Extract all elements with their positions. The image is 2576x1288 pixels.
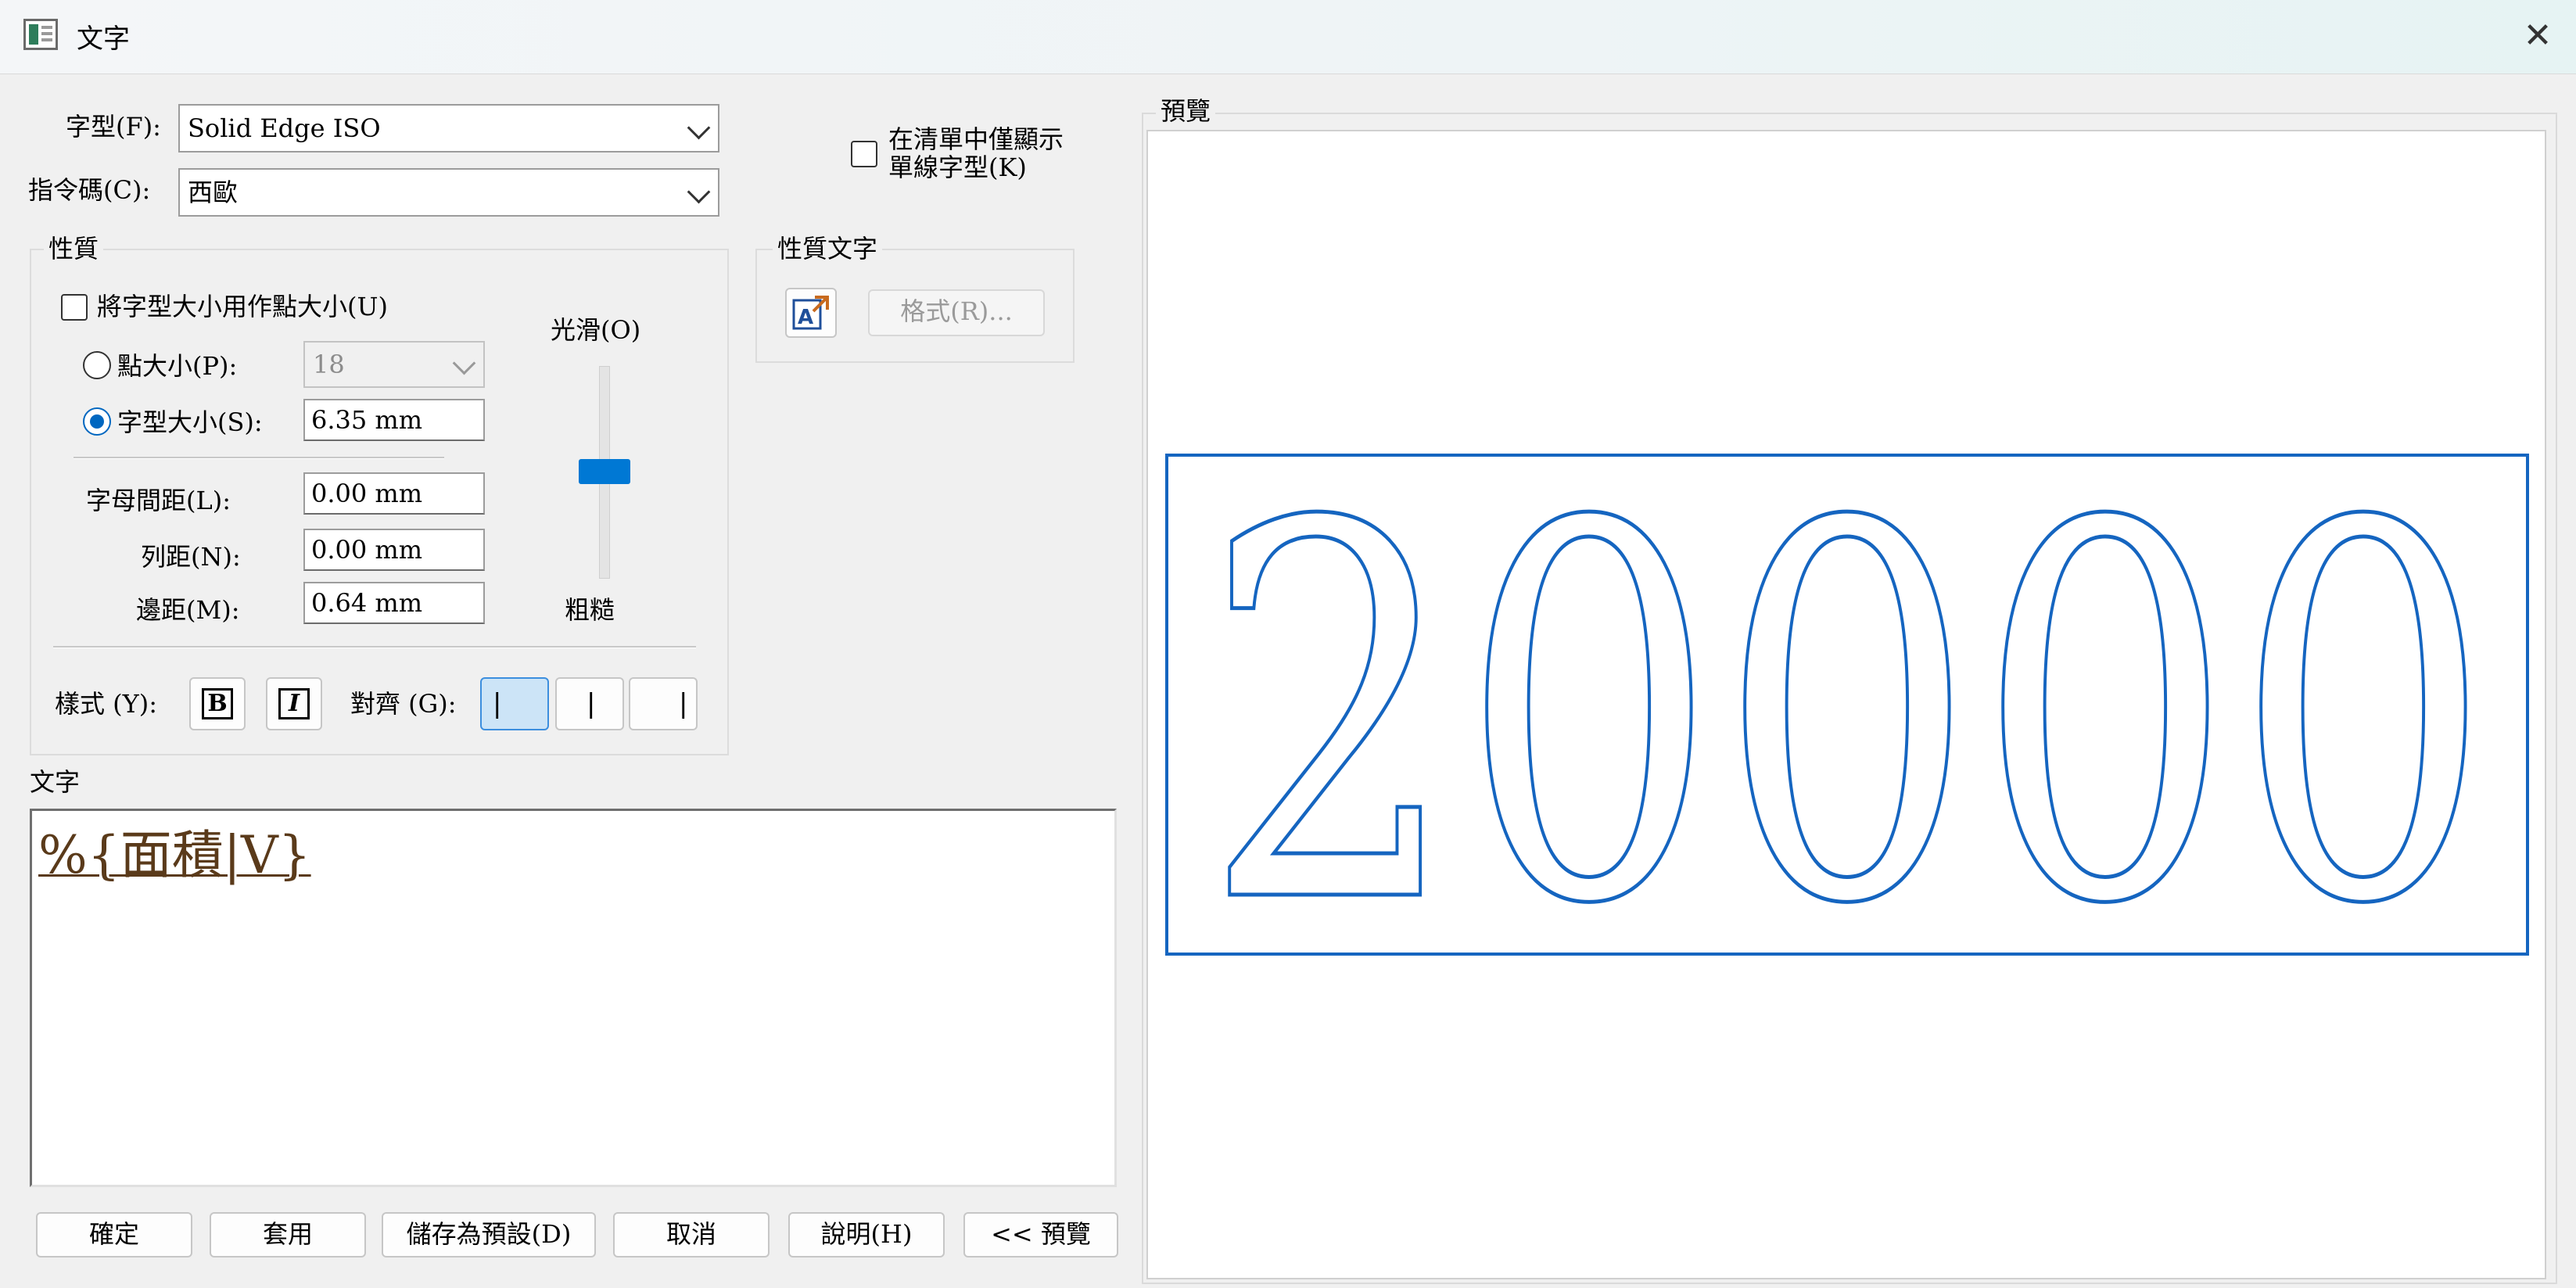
align-left-icon: | — [493, 688, 502, 719]
window-title: 文字 — [77, 23, 130, 55]
align-right-icon: | — [679, 688, 688, 719]
point-size-value: 18 — [313, 350, 345, 379]
preview-canvas: 20000 — [1146, 130, 2546, 1279]
preview-title: 預覽 — [1156, 95, 1216, 127]
text-section-title: 文字 — [30, 767, 81, 797]
charset-label: 指令碼(C): — [28, 175, 151, 205]
align-center-icon: | — [587, 688, 596, 719]
italic-icon: I — [278, 688, 310, 719]
text-content[interactable]: %{面積|V} — [38, 825, 311, 886]
cancel-button[interactable]: 取消 — [613, 1212, 770, 1258]
margin-label: 邊距(M): — [136, 595, 240, 625]
line-spacing-input[interactable]: 0.00 mm — [303, 529, 485, 571]
preview-sample-svg: 20000 — [1200, 457, 2495, 953]
use-font-size-label: 將字型大小用作點大小(U) — [97, 292, 388, 321]
italic-button[interactable]: I — [266, 677, 322, 730]
smooth-label: 光滑(O) — [551, 315, 641, 345]
font-size-radio[interactable] — [83, 407, 111, 436]
save-default-button[interactable]: 儲存為預設(D) — [382, 1212, 596, 1258]
help-button[interactable]: 說明(H) — [788, 1212, 945, 1258]
align-right-button[interactable]: | — [629, 677, 698, 730]
point-size-label: 點大小(P): — [117, 351, 238, 381]
align-center-button[interactable]: | — [555, 677, 624, 730]
apply-button[interactable]: 套用 — [210, 1212, 366, 1258]
font-size-input[interactable]: 6.35 mm — [303, 399, 485, 441]
close-icon[interactable]: ✕ — [2517, 13, 2559, 59]
property-text-insert-button[interactable]: A — [785, 288, 837, 338]
bold-button[interactable]: B — [189, 677, 246, 730]
chevron-down-icon — [687, 180, 711, 204]
line-spacing-label: 列距(N): — [141, 542, 241, 572]
rough-label: 粗糙 — [565, 595, 615, 625]
svg-text:A: A — [798, 306, 813, 329]
format-button[interactable]: 格式(R)... — [868, 289, 1045, 336]
stroke-only-label-line1: 在清單中僅顯示 — [888, 124, 1064, 154]
bold-icon: B — [202, 688, 233, 719]
preview-toggle-button[interactable]: << 預覽 — [963, 1212, 1118, 1258]
ok-button[interactable]: 確定 — [36, 1212, 192, 1258]
letter-spacing-input[interactable]: 0.00 mm — [303, 472, 485, 515]
charset-value: 西歐 — [188, 178, 239, 207]
style-label: 樣式 (Y): — [55, 689, 158, 719]
chevron-down-icon — [687, 116, 711, 140]
letter-spacing-label: 字母間距(L): — [86, 486, 231, 515]
font-label: 字型(F): — [66, 112, 161, 142]
text-dialog-icon — [23, 19, 58, 50]
font-size-label: 字型大小(S): — [117, 407, 263, 437]
smoothness-slider-thumb[interactable] — [579, 459, 630, 484]
align-left-button[interactable]: | — [480, 677, 549, 730]
point-size-combobox[interactable]: 18 — [303, 341, 485, 388]
margin-input[interactable]: 0.64 mm — [303, 582, 485, 624]
divider — [53, 646, 696, 648]
point-size-radio[interactable] — [83, 351, 111, 379]
text-editor[interactable]: %{面積|V} — [30, 809, 1117, 1187]
stroke-only-label: 在清單中僅顯示 單線字型(K) — [888, 125, 1064, 181]
stroke-only-checkbox[interactable] — [851, 141, 877, 167]
stroke-only-label-line2: 單線字型(K) — [888, 152, 1027, 182]
preview-text-frame: 20000 — [1165, 454, 2529, 956]
preview-sample-text: 20000 — [1202, 457, 2492, 953]
font-value: Solid Edge ISO — [188, 113, 381, 143]
property-text-icon: A — [792, 296, 829, 330]
align-label: 對齊 (G): — [350, 689, 457, 719]
properties-group-title: 性質 — [44, 233, 104, 264]
font-combobox[interactable]: Solid Edge ISO — [178, 104, 719, 152]
chevron-down-icon — [452, 351, 476, 375]
title-bar — [0, 0, 2576, 74]
use-font-size-checkbox[interactable] — [61, 294, 88, 321]
charset-combobox[interactable]: 西歐 — [178, 168, 719, 217]
property-text-group-title: 性質文字 — [773, 233, 883, 264]
divider — [74, 457, 444, 459]
